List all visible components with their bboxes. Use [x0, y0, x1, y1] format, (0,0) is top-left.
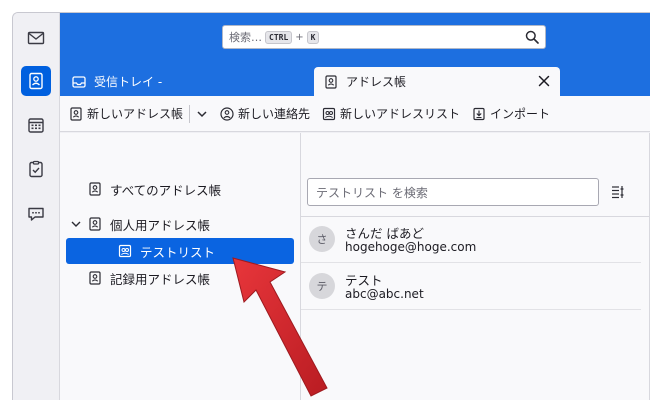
- tasks-space-button[interactable]: [21, 154, 51, 184]
- import-label: インポート: [490, 107, 551, 121]
- import-icon: [472, 107, 486, 121]
- new-list-label: 新しいアドレスリスト: [340, 107, 461, 121]
- tab-inbox[interactable]: 受信トレイ -: [62, 67, 310, 96]
- book-collected[interactable]: 記録用アドレス帳: [88, 265, 210, 291]
- contact-row[interactable]: さ さんだ ばあど hogehoge@hoge.com: [301, 217, 641, 263]
- mail-space-button[interactable]: [21, 23, 51, 53]
- address-list-icon: [322, 107, 336, 121]
- calendar-space-button[interactable]: [21, 110, 51, 140]
- address-book-icon: [69, 106, 83, 121]
- shortcut-key-k: K: [306, 30, 320, 44]
- contact-email: hogehoge@hoge.com: [345, 240, 477, 254]
- address-book-icon: [324, 74, 338, 89]
- toolbar-separator: [189, 104, 191, 123]
- spaces-toolbar: [13, 13, 60, 400]
- book-all-label: すべてのアドレス帳: [110, 182, 222, 198]
- address-book-icon: [88, 271, 102, 285]
- display-options-icon[interactable]: [611, 185, 625, 199]
- calendar-icon: [28, 118, 44, 133]
- contacts-search-placeholder: テストリスト を検索: [316, 185, 428, 200]
- tab-address-book-label: アドレス帳: [346, 75, 407, 89]
- book-all[interactable]: すべてのアドレス帳: [88, 176, 221, 202]
- chevron-down-icon[interactable]: [70, 218, 82, 230]
- address-list-icon: [118, 244, 132, 258]
- shortcut-key-ctrl: CTRL: [265, 30, 293, 44]
- book-personal-label: 個人用アドレス帳: [110, 217, 211, 233]
- new-contact-icon: [220, 106, 234, 121]
- close-tab-button[interactable]: [536, 73, 552, 89]
- address-book-icon: [88, 182, 102, 196]
- mail-icon: [27, 31, 45, 45]
- avatar: さ: [309, 226, 335, 252]
- tab-inbox-label: 受信トレイ -: [94, 75, 163, 89]
- address-book-space-button[interactable]: [21, 66, 51, 96]
- address-book-icon: [88, 217, 102, 231]
- search-icon: [525, 30, 539, 44]
- new-list-button[interactable]: 新しいアドレスリスト: [322, 105, 460, 122]
- avatar: テ: [309, 273, 335, 299]
- chat-icon: [28, 207, 44, 221]
- tab-bar: 受信トレイ - アドレス帳: [60, 61, 650, 96]
- book-test-list-label: テストリスト: [140, 244, 216, 260]
- thunderbird-window: 検索… CTRL + K 受信トレイ - アドレス帳 新しいアドレス帳 新しい連…: [12, 12, 650, 400]
- address-book-toolbar: 新しいアドレス帳 新しい連絡先 新しいアドレスリスト インポート: [60, 96, 650, 132]
- contacts-search-input[interactable]: テストリスト を検索: [307, 178, 599, 206]
- tasks-icon: [29, 160, 43, 178]
- address-book-icon: [29, 72, 43, 90]
- import-button[interactable]: インポート: [472, 105, 550, 122]
- address-books-pane: すべてのアドレス帳 個人用アドレス帳 テストリスト 記録用アドレス帳: [60, 133, 301, 400]
- tab-address-book[interactable]: アドレス帳: [314, 67, 560, 96]
- new-address-book-dropdown[interactable]: [194, 106, 210, 122]
- inbox-icon: [72, 75, 86, 89]
- chat-space-button[interactable]: [21, 199, 51, 229]
- title-bar: 検索… CTRL + K: [60, 13, 650, 61]
- contacts-pane: テストリスト を検索 さ さんだ ばあど hogehoge@hoge.com テ…: [301, 133, 650, 400]
- new-address-book-label: 新しいアドレス帳: [87, 107, 184, 121]
- chevron-down-icon: [197, 110, 207, 117]
- book-collected-label: 記録用アドレス帳: [110, 271, 211, 287]
- search-placeholder: 検索…: [229, 31, 262, 44]
- close-icon: [538, 75, 550, 87]
- contact-email: abc@abc.net: [345, 287, 424, 301]
- shortcut-plus: +: [295, 31, 304, 43]
- book-test-list[interactable]: テストリスト: [66, 238, 294, 264]
- new-contact-button[interactable]: 新しい連絡先: [220, 105, 310, 122]
- global-search-bar[interactable]: 検索… CTRL + K: [222, 25, 546, 49]
- book-personal[interactable]: 個人用アドレス帳: [70, 211, 210, 237]
- new-contact-label: 新しい連絡先: [238, 107, 311, 121]
- new-address-book-button[interactable]: 新しいアドレス帳: [69, 105, 183, 122]
- contact-row[interactable]: テ テスト abc@abc.net: [301, 264, 641, 310]
